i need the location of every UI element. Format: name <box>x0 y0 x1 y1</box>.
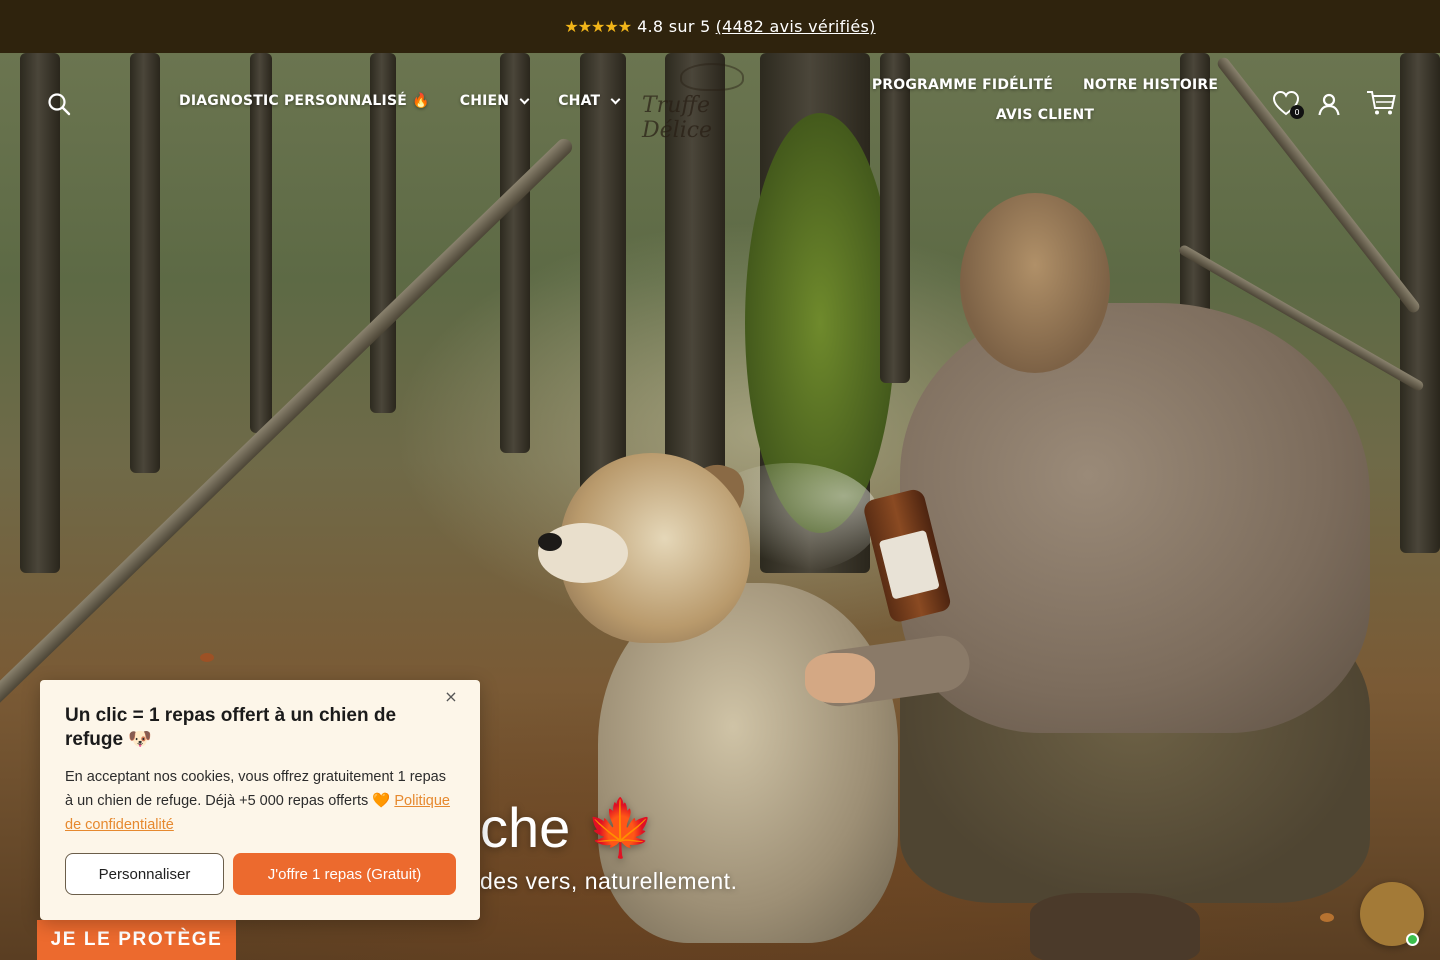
reviews-link[interactable]: (4482 avis vérifiés) <box>716 17 876 36</box>
nav-programme-fidelite[interactable]: PROGRAMME FIDÉLITÉ <box>872 77 1053 93</box>
chevron-down-icon <box>519 94 530 104</box>
logo-mark-icon <box>680 63 744 91</box>
online-status-icon <box>1406 933 1419 946</box>
wishlist-count-badge: 0 <box>1290 105 1304 119</box>
main-nav-left: DIAGNOSTIC PERSONNALISÉ 🔥 CHIEN CHAT <box>179 93 621 109</box>
announcement-bar: ★★★★★ 4.8 sur 5 (4482 avis vérifiés) <box>0 0 1440 53</box>
rating-stars: ★★★★★ <box>564 17 632 36</box>
nav-chat[interactable]: CHAT <box>558 93 621 109</box>
accept-cookies-button[interactable]: J'offre 1 repas (Gratuit) <box>233 853 456 895</box>
cart-icon[interactable] <box>1366 89 1396 117</box>
site-logo[interactable]: Truffe Délice <box>642 63 782 143</box>
nav-chien[interactable]: CHIEN <box>459 93 530 109</box>
hero-title: che 🍁 <box>480 796 656 859</box>
cookie-buttons: Personnaliser J'offre 1 repas (Gratuit) <box>65 853 456 895</box>
close-icon[interactable]: × <box>444 689 458 705</box>
wishlist-button[interactable]: 0 <box>1272 89 1304 119</box>
site-header: DIAGNOSTIC PERSONNALISÉ 🔥 CHIEN CHAT Tru… <box>0 53 1440 153</box>
cookie-consent-popup: × Un clic = 1 repas offert à un chien de… <box>40 680 480 920</box>
nav-notre-histoire[interactable]: NOTRE HISTOIRE <box>1083 77 1218 93</box>
chevron-down-icon <box>610 94 621 104</box>
main-nav-right: PROGRAMME FIDÉLITÉ NOTRE HISTOIRE AVIS C… <box>860 77 1230 123</box>
cookie-title: Un clic = 1 repas offert à un chien de r… <box>65 705 397 750</box>
nav-avis-client[interactable]: AVIS CLIENT <box>996 107 1094 123</box>
account-icon[interactable] <box>1316 91 1342 117</box>
cta-protect-button[interactable]: JE LE PROTÈGE <box>37 920 236 960</box>
search-icon[interactable] <box>46 91 72 117</box>
rating-text: 4.8 sur 5 <box>637 17 711 36</box>
nav-chat-label: CHAT <box>558 93 601 109</box>
hero-subtitle: des vers, naturellement. <box>480 868 738 894</box>
nav-diagnostic-label: DIAGNOSTIC PERSONNALISÉ 🔥 <box>179 93 430 109</box>
nav-chien-label: CHIEN <box>459 93 510 109</box>
cookie-body-text: En acceptant nos cookies, vous offrez gr… <box>65 769 446 809</box>
cookie-body: En acceptant nos cookies, vous offrez gr… <box>65 765 455 837</box>
logo-text: Truffe Délice <box>642 93 713 143</box>
nav-diagnostic[interactable]: DIAGNOSTIC PERSONNALISÉ 🔥 <box>179 93 430 109</box>
customize-button[interactable]: Personnaliser <box>65 853 224 895</box>
